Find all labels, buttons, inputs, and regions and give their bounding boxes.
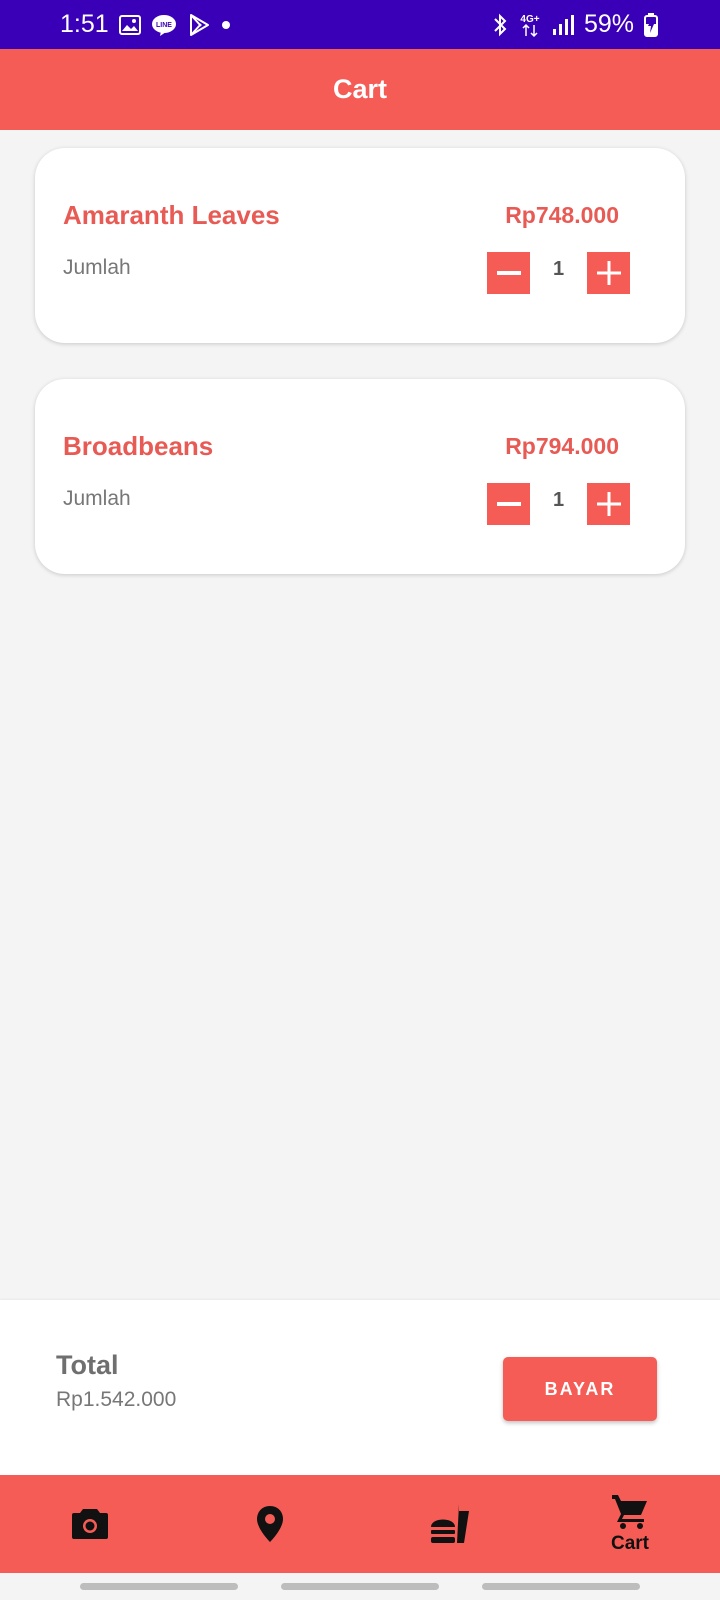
- quantity-value: 1: [552, 257, 565, 280]
- quantity-value: 1: [552, 488, 565, 511]
- gesture-pill[interactable]: [281, 1583, 439, 1590]
- nav-item-camera[interactable]: [0, 1475, 180, 1573]
- cart-list: Amaranth Leaves Rp748.000 Jumlah 1 Broad…: [35, 148, 685, 610]
- status-bar: 1:51 LINE 4G+ 59%: [0, 0, 720, 49]
- svg-text:4G+: 4G+: [520, 14, 539, 25]
- gesture-pill[interactable]: [482, 1583, 640, 1590]
- increase-button[interactable]: [587, 483, 630, 525]
- quantity-stepper: 1: [487, 252, 630, 294]
- quantity-label: Jumlah: [63, 256, 131, 279]
- line-app-icon: LINE: [151, 14, 177, 36]
- decrease-button[interactable]: [487, 252, 530, 294]
- bottom-nav: Cart: [0, 1475, 720, 1573]
- network-4g-icon: 4G+: [518, 12, 542, 38]
- nav-item-food[interactable]: [360, 1475, 540, 1573]
- product-name: Broadbeans: [63, 431, 214, 461]
- increase-button[interactable]: [587, 252, 630, 294]
- product-price: Rp794.000: [505, 433, 619, 459]
- cart-item-card: Broadbeans Rp794.000 Jumlah 1: [35, 379, 685, 574]
- quantity-stepper: 1: [487, 483, 630, 525]
- status-left: 1:51 LINE: [60, 10, 231, 39]
- bluetooth-icon: [492, 13, 508, 37]
- plus-icon: [596, 261, 621, 285]
- status-right: 4G+ 59%: [492, 10, 658, 39]
- svg-text:LINE: LINE: [156, 22, 172, 29]
- gallery-icon: [118, 14, 141, 35]
- nav-label-cart: Cart: [610, 1533, 649, 1554]
- app-bar: Cart: [0, 49, 720, 130]
- cart-icon: [612, 1495, 647, 1529]
- plus-icon: [596, 492, 621, 516]
- decrease-button[interactable]: [487, 483, 530, 525]
- quantity-label: Jumlah: [63, 487, 131, 510]
- battery-charging-icon: [644, 12, 658, 37]
- nav-item-cart[interactable]: Cart: [540, 1475, 720, 1573]
- page-title: Cart: [332, 74, 387, 104]
- location-pin-icon: [257, 1506, 283, 1542]
- battery-percent: 59%: [583, 10, 634, 38]
- camera-icon: [72, 1509, 108, 1539]
- minus-icon: [496, 502, 521, 506]
- checkout-panel: Total Rp1.542.000 BAYAR: [0, 1300, 720, 1475]
- status-time: 1:51: [60, 10, 109, 38]
- play-store-icon: [187, 13, 211, 37]
- nav-item-location[interactable]: [180, 1475, 360, 1573]
- minus-icon: [496, 271, 521, 275]
- signal-icon: [552, 14, 574, 36]
- pay-button[interactable]: BAYAR: [503, 1357, 657, 1421]
- product-name: Amaranth Leaves: [63, 200, 280, 230]
- product-price: Rp748.000: [505, 202, 619, 228]
- notification-dot-icon: [221, 20, 231, 30]
- system-gesture-bar: [0, 1573, 720, 1600]
- gesture-pill[interactable]: [80, 1583, 238, 1590]
- cart-item-card: Amaranth Leaves Rp748.000 Jumlah 1: [35, 148, 685, 343]
- total-value: Rp1.542.000: [56, 1388, 177, 1411]
- total-label: Total: [56, 1350, 119, 1380]
- fastfood-icon: [431, 1504, 469, 1543]
